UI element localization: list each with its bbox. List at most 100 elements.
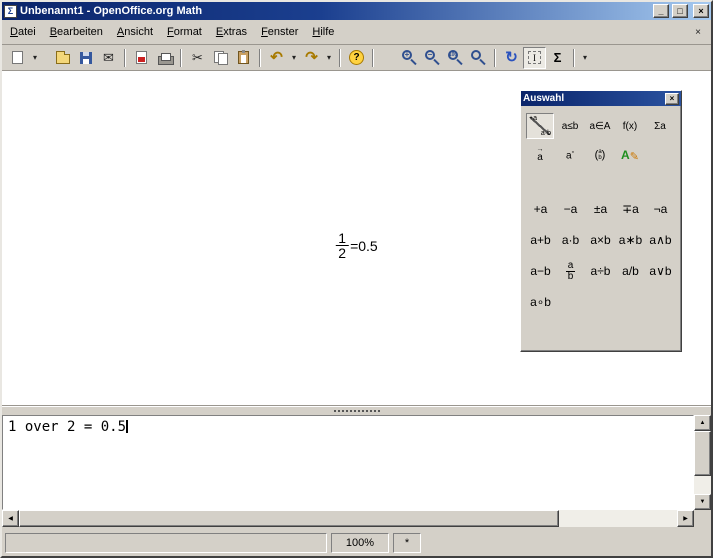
status-zoom-field[interactable]: 100% <box>331 533 389 553</box>
window-title: Unbenannt1 - OpenOffice.org Math <box>20 5 650 17</box>
help-button[interactable]: ? <box>345 47 368 69</box>
selection-palette: Auswahl × +a a·b a≤b a∈A f(x) <box>520 90 682 352</box>
vertical-scroll-track[interactable] <box>694 431 711 494</box>
palette-title: Auswahl <box>523 92 665 105</box>
fraction: 1 2 <box>335 231 349 261</box>
category-functions[interactable]: f(x) <box>616 113 644 139</box>
redo-button[interactable]: ↷ <box>300 47 323 69</box>
toolbar-separator <box>573 49 575 67</box>
symbols-catalog-button[interactable]: Σ <box>546 47 569 69</box>
category-relations[interactable]: a≤b <box>556 113 584 139</box>
op-slash[interactable]: a/b <box>616 256 645 286</box>
category-operators[interactable]: Σa <box>646 113 674 139</box>
command-window: 1 over 2 = 0.5 ▲ ▼ ◀ <box>2 415 711 527</box>
minimize-button[interactable]: _ <box>653 4 669 18</box>
title-bar[interactable]: Σ Unbenannt1 - OpenOffice.org Math _ □ × <box>2 2 711 20</box>
save-floppy-icon <box>80 52 92 64</box>
redo-dropdown[interactable]: ▾ <box>323 47 335 69</box>
maximize-button[interactable]: □ <box>672 4 688 18</box>
op-add[interactable]: a+b <box>526 225 555 255</box>
undo-icon: ↶ <box>270 50 283 65</box>
op-divide[interactable]: a÷b <box>586 256 615 286</box>
menu-format[interactable]: Format <box>160 22 209 42</box>
menu-bearbeiten[interactable]: Bearbeiten <box>43 22 110 42</box>
command-input[interactable]: 1 over 2 = 0.5 <box>2 415 694 510</box>
op-minus-plus[interactable]: ∓a <box>616 194 645 224</box>
scroll-down-button[interactable]: ▼ <box>694 494 711 510</box>
formula-cursor-button[interactable]: I <box>523 47 546 69</box>
new-document-dropdown[interactable]: ▾ <box>29 47 41 69</box>
menu-hilfe[interactable]: Hilfe <box>305 22 341 42</box>
op-asterisk[interactable]: a∗b <box>616 225 645 255</box>
print-button[interactable] <box>153 47 176 69</box>
vertical-scroll-thumb[interactable] <box>694 431 711 476</box>
palette-close-button[interactable]: × <box>665 93 679 105</box>
close-button[interactable]: × <box>693 4 709 18</box>
op-fraction[interactable]: a b <box>556 256 585 286</box>
palette-body: +a a·b a≤b a∈A f(x) Σa <box>521 106 681 324</box>
category-set-operations[interactable]: a∈A <box>586 113 614 139</box>
toolbar-options-button[interactable]: ▾ <box>579 47 591 69</box>
new-document-icon <box>12 51 23 64</box>
scroll-right-button[interactable]: ▶ <box>677 510 694 527</box>
op-plus-minus[interactable]: ±a <box>586 194 615 224</box>
undo-dropdown[interactable]: ▾ <box>288 47 300 69</box>
copy-button[interactable] <box>209 47 232 69</box>
open-folder-icon <box>56 54 70 64</box>
op-unary-plus[interactable]: +a <box>526 194 555 224</box>
sigma-icon: Σ <box>554 51 562 64</box>
toolbar-separator <box>259 49 261 67</box>
email-button[interactable]: ✉ <box>97 47 120 69</box>
zoom-all-button[interactable] <box>467 47 490 69</box>
category-attributes[interactable]: → a <box>526 142 554 168</box>
category-unary-binary[interactable]: +a a·b <box>526 113 554 139</box>
splitter-handle[interactable] <box>2 406 711 415</box>
new-document-button[interactable] <box>6 47 29 69</box>
splitter-dots <box>334 410 380 412</box>
zoom-100-icon: 100 <box>448 50 463 65</box>
menu-extras[interactable]: Extras <box>209 22 254 42</box>
attributes-icon: → a <box>537 147 544 163</box>
document-close-button[interactable]: × <box>690 24 706 40</box>
op-not[interactable]: ¬a <box>646 194 675 224</box>
arrow-down-icon: ▼ <box>700 499 706 505</box>
horizontal-scrollbar[interactable]: ◀ ▶ <box>2 510 694 527</box>
paste-icon <box>238 51 249 64</box>
command-text: 1 over 2 = 0.5 <box>8 419 126 435</box>
menu-fenster[interactable]: Fenster <box>254 22 305 42</box>
scroll-up-button[interactable]: ▲ <box>694 415 711 431</box>
op-circ[interactable]: a∘b <box>526 287 555 317</box>
op-unary-minus[interactable]: −a <box>556 194 585 224</box>
set-operations-icon: a∈A <box>590 121 611 132</box>
horizontal-scroll-track[interactable] <box>19 510 677 527</box>
horizontal-scroll-thumb[interactable] <box>19 510 559 527</box>
vertical-scrollbar[interactable]: ▲ ▼ <box>694 415 711 510</box>
save-button[interactable] <box>74 47 97 69</box>
main-toolbar: ▾ ✉ ✂ ↶ ▾ <box>2 45 711 71</box>
op-times[interactable]: a×b <box>586 225 615 255</box>
op-or[interactable]: a∨b <box>646 256 675 286</box>
zoom-out-button[interactable]: − <box>421 47 444 69</box>
zoom-in-icon: + <box>402 50 417 65</box>
zoom-in-button[interactable]: + <box>398 47 421 69</box>
category-brackets[interactable]: ( a b ) <box>586 142 614 168</box>
op-subtract[interactable]: a−b <box>526 256 555 286</box>
status-modified-field: * <box>393 533 421 553</box>
refresh-button[interactable]: ↻ <box>500 47 523 69</box>
zoom-100-button[interactable]: 100 <box>444 47 467 69</box>
app-window: Σ Unbenannt1 - OpenOffice.org Math _ □ ×… <box>0 0 713 558</box>
open-button[interactable] <box>51 47 74 69</box>
op-cdot[interactable]: a·b <box>556 225 585 255</box>
category-formats[interactable]: a▫ <box>556 142 584 168</box>
menu-ansicht[interactable]: Ansicht <box>110 22 160 42</box>
scroll-left-button[interactable]: ◀ <box>2 510 19 527</box>
palette-title-bar[interactable]: Auswahl × <box>521 91 681 106</box>
export-pdf-button[interactable] <box>130 47 153 69</box>
cut-button[interactable]: ✂ <box>186 47 209 69</box>
paste-button[interactable] <box>232 47 255 69</box>
menu-datei[interactable]: Datei <box>3 22 43 42</box>
toolbar-separator <box>372 49 374 67</box>
op-and[interactable]: a∧b <box>646 225 675 255</box>
undo-button[interactable]: ↶ <box>265 47 288 69</box>
category-others[interactable]: A ✎ <box>616 142 644 168</box>
